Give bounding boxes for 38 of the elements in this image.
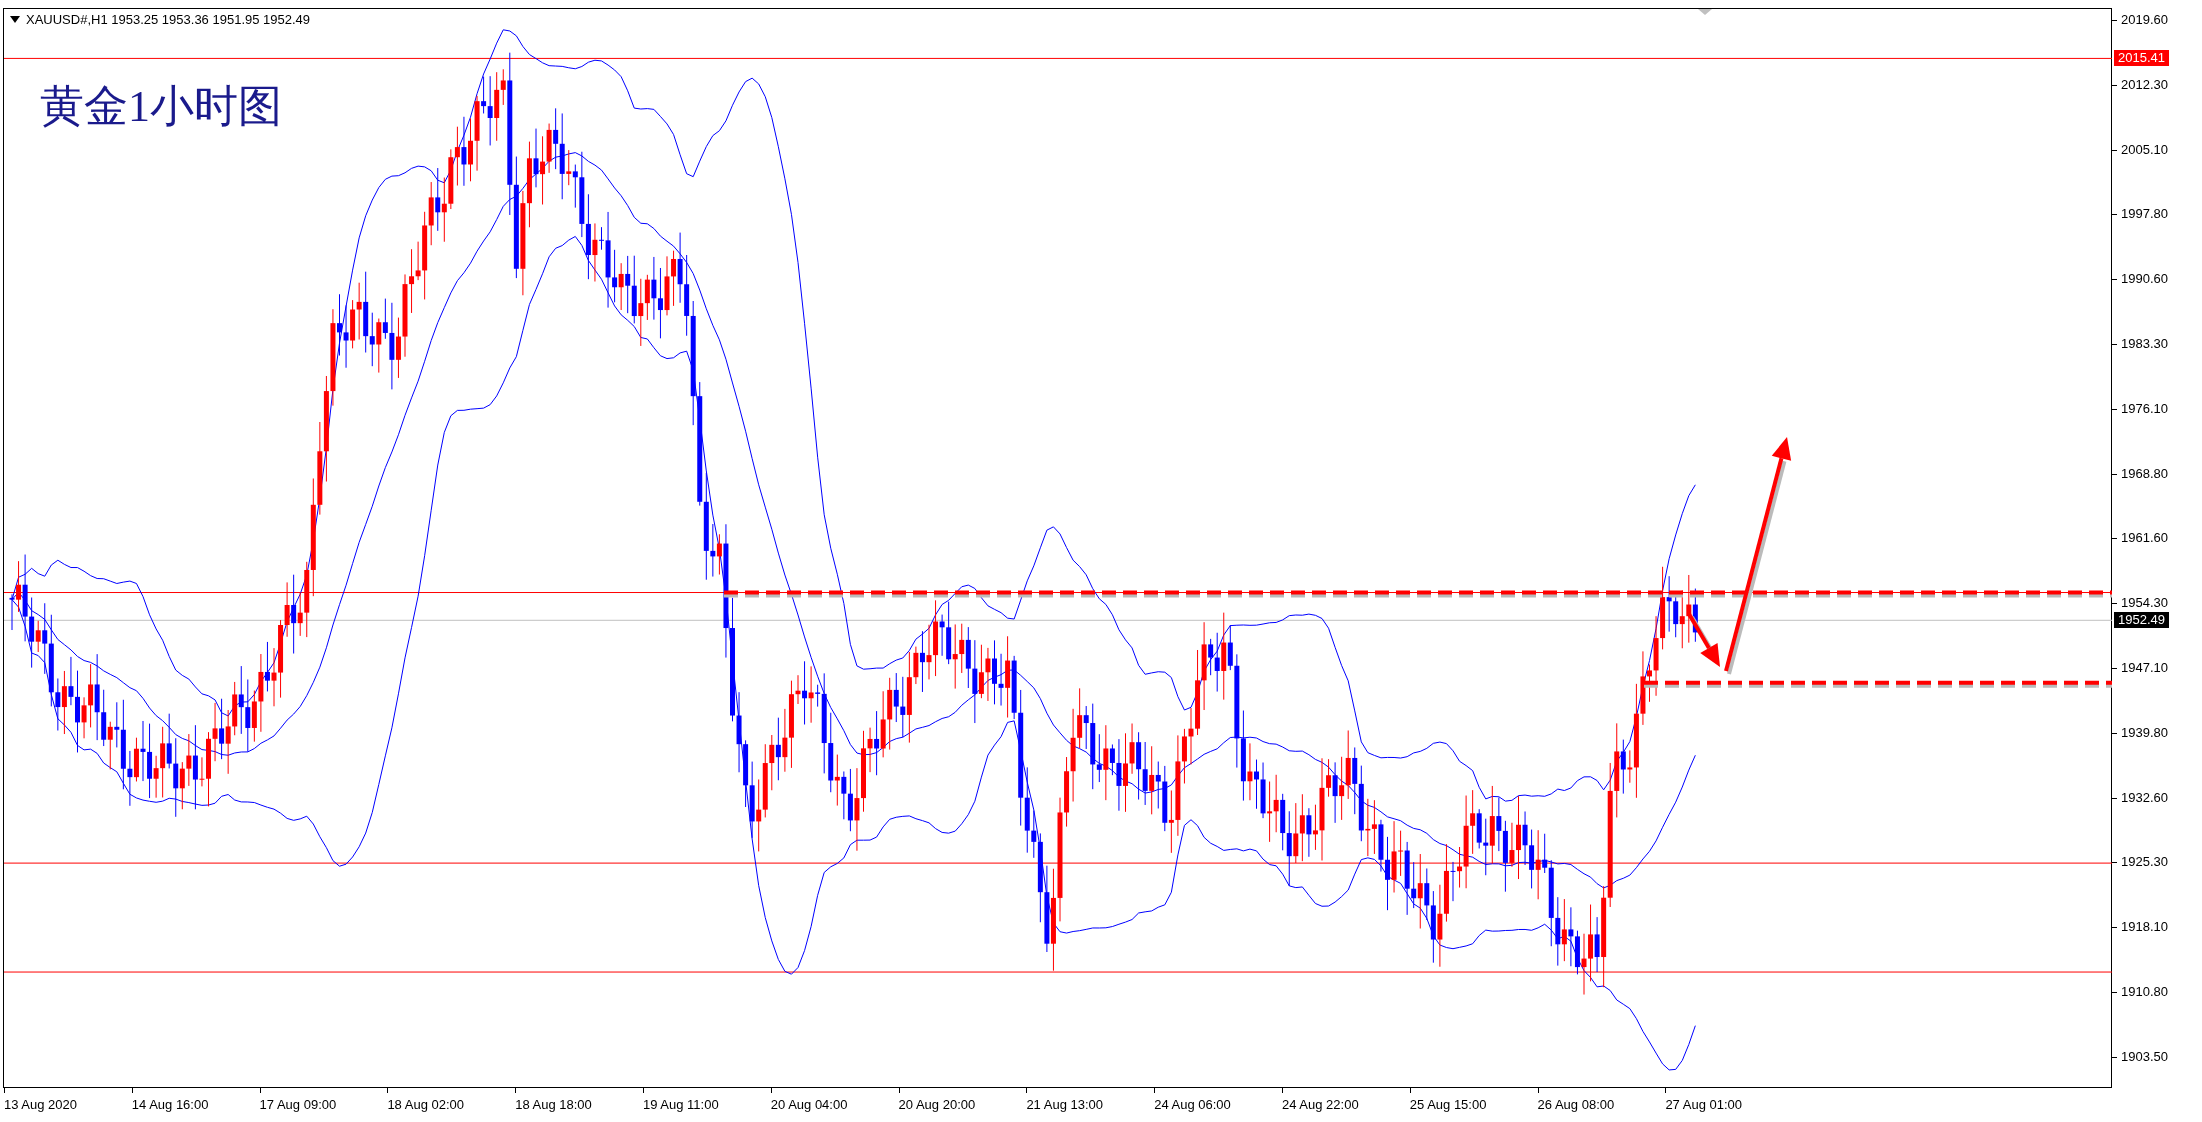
price-axis-label: 1939.80 — [2112, 724, 2168, 741]
time-axis-label: 17 Aug 09:00 — [259, 1088, 337, 1113]
symbol-quote-text: XAUUSD#,H1 1953.25 1953.36 1951.95 1952.49 — [26, 12, 311, 27]
time-axis-label: 26 Aug 08:00 — [1537, 1088, 1615, 1113]
price-tag: 1952.49 — [2114, 612, 2169, 628]
price-tag: 2015.41 — [2114, 50, 2169, 66]
price-axis-label: 1903.50 — [2112, 1048, 2168, 1065]
time-axis-label: 27 Aug 01:00 — [1665, 1088, 1743, 1113]
time-axis-label: 20 Aug 20:00 — [898, 1088, 976, 1113]
time-axis-label: 14 Aug 16:00 — [131, 1088, 209, 1113]
shift-marker-icon — [1698, 9, 1712, 15]
time-axis-label: 18 Aug 18:00 — [515, 1088, 592, 1113]
price-axis-label: 1947.10 — [2112, 660, 2168, 676]
price-axis-label: 1976.10 — [2112, 400, 2168, 417]
price-axis-label: 2012.30 — [2112, 76, 2168, 93]
arrow-drawing — [1687, 613, 1720, 667]
time-axis-label: 24 Aug 06:00 — [1154, 1088, 1231, 1113]
time-axis-label: 13 Aug 2020 — [4, 1088, 78, 1113]
chart-title: 黄金1小时图 — [40, 81, 282, 133]
time-axis-label: 25 Aug 15:00 — [1409, 1088, 1487, 1113]
price-axis-label: 1932.60 — [2112, 789, 2168, 806]
price-axis-label: 1983.30 — [2112, 336, 2168, 352]
time-axis-label: 18 Aug 02:00 — [387, 1088, 465, 1113]
price-axis-label: 1968.80 — [2112, 465, 2168, 482]
dropdown-triangle-icon[interactable] — [10, 16, 20, 23]
price-axis-label: 1918.10 — [2112, 919, 2168, 936]
price-axis-label: 1997.80 — [2112, 206, 2168, 223]
time-axis-label: 19 Aug 11:00 — [643, 1088, 719, 1113]
price-axis-label: 1925.30 — [2112, 854, 2168, 871]
price-axis-label: 1990.60 — [2112, 271, 2168, 288]
price-axis-label: 2005.10 — [2112, 141, 2168, 158]
time-axis-label: 20 Aug 04:00 — [770, 1088, 848, 1113]
price-axis-label: 1961.60 — [2112, 530, 2168, 547]
time-axis-label: 21 Aug 13:00 — [1026, 1088, 1104, 1113]
price-axis-label: 1954.30 — [2112, 595, 2168, 612]
time-axis-label: 24 Aug 22:00 — [1282, 1088, 1359, 1113]
price-axis-label: 2019.60 — [2112, 12, 2168, 28]
price-axis-label: 1910.80 — [2112, 984, 2168, 1000]
